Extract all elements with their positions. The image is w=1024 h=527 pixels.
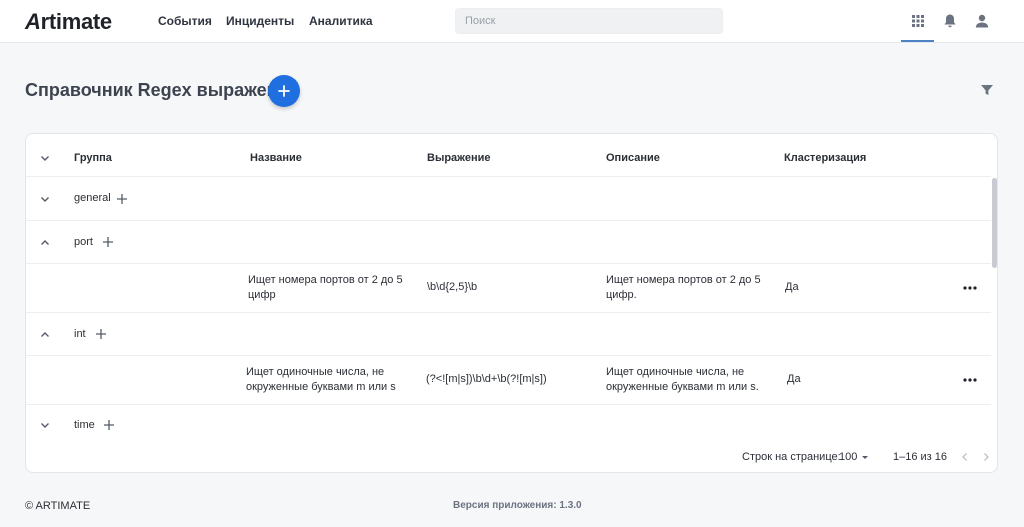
- column-header-expression[interactable]: Выражение: [427, 152, 490, 164]
- apps-grid-icon[interactable]: [909, 12, 927, 30]
- column-header-group[interactable]: Группа: [74, 152, 112, 164]
- nav-analytics[interactable]: Аналитика: [309, 14, 373, 28]
- group-name: port: [74, 236, 93, 248]
- copyright: © ARTIMATE: [25, 500, 91, 512]
- caret-down-icon: [862, 456, 869, 460]
- chevron-down-icon[interactable]: [39, 419, 51, 431]
- page-range: 1–16 из 16: [893, 451, 948, 463]
- bell-icon[interactable]: [941, 12, 959, 30]
- rows-per-page-label: Строк на странице:: [742, 451, 841, 463]
- group-name: general: [74, 192, 111, 204]
- regex-expression: \b\d{2,5}\b: [427, 281, 478, 293]
- group-row[interactable]: port: [26, 221, 991, 264]
- regex-description: Ищет номера портов от 2 до 5 цифр.: [606, 274, 761, 301]
- add-to-group-icon[interactable]: [103, 419, 115, 431]
- regex-description: Ищет одиночные числа, не окруженные буква…: [606, 366, 759, 393]
- rows-per-page-select[interactable]: 100: [839, 451, 870, 463]
- page-title: Справочник Regex выражений: [25, 80, 300, 100]
- table-row[interactable]: Ищет номера портов от 2 до 5 цифр \b\d{2,…: [26, 264, 991, 313]
- add-to-group-icon[interactable]: [102, 236, 114, 248]
- prev-page-icon[interactable]: [959, 451, 971, 463]
- add-regex-button[interactable]: [268, 75, 300, 107]
- filter-icon[interactable]: [979, 82, 995, 98]
- app-logo[interactable]: Artimate: [25, 9, 112, 35]
- user-icon[interactable]: [973, 12, 991, 30]
- nav-events[interactable]: События: [158, 14, 212, 28]
- regex-name: Ищет одиночные числа, не окруженные буква…: [246, 366, 396, 393]
- plus-icon: [278, 85, 290, 97]
- chevron-up-icon[interactable]: [39, 237, 51, 249]
- more-actions-icon[interactable]: [963, 285, 977, 291]
- active-tab-indicator: [901, 40, 934, 42]
- column-header-clustering[interactable]: Кластеризация: [784, 152, 866, 164]
- pagination: Строк на странице: 100 1–16 из 16: [26, 439, 997, 472]
- app-version: Версия приложения: 1.3.0: [453, 500, 582, 511]
- regex-name: Ищет номера портов от 2 до 5 цифр: [248, 274, 403, 301]
- group-row[interactable]: general: [26, 177, 991, 221]
- nav-incidents[interactable]: Инциденты: [226, 14, 294, 28]
- search-input[interactable]: [455, 8, 723, 34]
- group-name: time: [74, 419, 95, 431]
- clustering-value: Да: [787, 373, 801, 385]
- chevron-down-icon[interactable]: [39, 152, 51, 164]
- table-row[interactable]: Ищет одиночные числа, не окруженные буква…: [26, 356, 991, 405]
- page-footer: © ARTIMATE Версия приложения: 1.3.0: [0, 485, 1024, 527]
- group-row[interactable]: int: [26, 313, 991, 356]
- regex-table: Группа Название Выражение Описание Класт…: [25, 133, 998, 473]
- top-bar: Artimate События Инциденты Аналитика: [0, 0, 1024, 43]
- add-to-group-icon[interactable]: [95, 328, 107, 340]
- next-page-icon[interactable]: [980, 451, 992, 463]
- regex-expression: (?<![m|s])\b\d+\b(?![m|s]): [426, 373, 547, 385]
- table-header: Группа Название Выражение Описание Класт…: [26, 134, 991, 177]
- scrollbar-thumb[interactable]: [992, 178, 997, 268]
- column-header-description[interactable]: Описание: [606, 152, 660, 164]
- more-actions-icon[interactable]: [963, 377, 977, 383]
- add-to-group-icon[interactable]: [116, 193, 128, 205]
- group-name: int: [74, 328, 86, 340]
- chevron-up-icon[interactable]: [39, 329, 51, 341]
- column-header-name[interactable]: Название: [250, 152, 302, 164]
- chevron-down-icon[interactable]: [39, 193, 51, 205]
- group-row[interactable]: time: [26, 405, 991, 439]
- clustering-value: Да: [785, 281, 799, 293]
